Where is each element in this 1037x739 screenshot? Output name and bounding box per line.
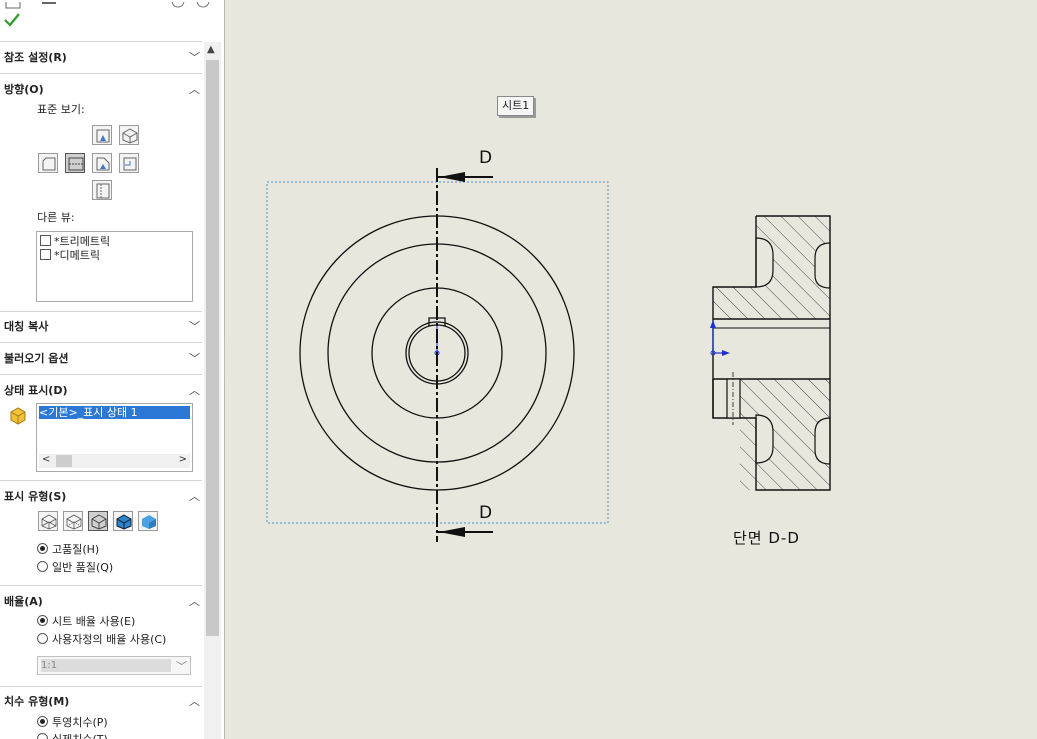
- more-view-checkbox[interactable]: [40, 249, 51, 260]
- section-title: 상태 표시(D): [4, 384, 68, 397]
- hidden-lines-visible-button[interactable]: [63, 511, 83, 531]
- shaded-button[interactable]: [138, 511, 158, 531]
- chevron-up-icon[interactable]: ︿: [189, 81, 200, 97]
- scroll-left-icon[interactable]: <: [42, 454, 50, 465]
- ok-check-icon[interactable]: [4, 12, 20, 28]
- front-view[interactable]: [299, 168, 575, 542]
- panel-header-icons: [5, 0, 210, 9]
- list-hscrollbar[interactable]: < >: [39, 454, 190, 468]
- section-letter-top: D: [479, 148, 493, 168]
- chevron-down-icon[interactable]: ﹀: [189, 350, 200, 366]
- divider: [0, 585, 202, 586]
- true-dim-radio[interactable]: [37, 733, 48, 739]
- true-dim-label: 실제치수(T): [52, 731, 108, 739]
- more-views-label: 다른 뷰:: [37, 211, 75, 224]
- divider: [0, 342, 202, 343]
- sheet-tab[interactable]: 시트1: [497, 96, 535, 116]
- view-front-button[interactable]: [65, 153, 85, 173]
- custom-scale-radio[interactable]: [37, 633, 48, 644]
- more-views-list[interactable]: *트리메트릭 *디메트릭: [36, 231, 193, 302]
- section-title: 방향(O): [4, 83, 44, 96]
- display-state-item[interactable]: <기본>_표시 상태 1: [39, 406, 190, 419]
- section-title: 배율(A): [4, 595, 43, 608]
- sheet-scale-radio[interactable]: [37, 615, 48, 626]
- section-title: 대칭 복사: [4, 320, 49, 333]
- property-manager-panel: 참조 설정(R) ﹀ 방향(O) ︿ 표준 보기: 다른 뷰: *트리메트릭 *…: [0, 0, 225, 739]
- section-letter-bottom: D: [479, 503, 493, 523]
- sheet-scale-label: 시트 배율 사용(E): [52, 615, 136, 628]
- drawing-sheet: [266, 168, 831, 542]
- chevron-down-icon[interactable]: ﹀: [189, 318, 200, 334]
- divider: [0, 311, 202, 312]
- view-isometric-button[interactable]: [119, 125, 139, 145]
- view-back-button[interactable]: [119, 153, 139, 173]
- wireframe-button[interactable]: [38, 511, 58, 531]
- section-mirror[interactable]: 대칭 복사 ﹀: [4, 318, 202, 336]
- section-title: 치수 유형(M): [4, 695, 70, 708]
- scroll-up-icon[interactable]: ▲: [207, 44, 215, 55]
- display-state-icon: [8, 406, 28, 429]
- scroll-thumb[interactable]: [56, 455, 72, 467]
- display-state-list[interactable]: <기본>_표시 상태 1 < >: [36, 403, 193, 472]
- quality-high-label: 고품질(H): [52, 543, 100, 556]
- section-line-arrow-bottom[interactable]: [437, 527, 493, 537]
- quality-normal-radio[interactable]: [37, 561, 48, 572]
- divider: [0, 374, 202, 375]
- section-title: 불러오기 옵션: [4, 352, 69, 365]
- section-reference-config[interactable]: 참조 설정(R) ﹀: [4, 49, 202, 67]
- panel-header: [0, 0, 224, 9]
- chevron-up-icon[interactable]: ︿: [189, 488, 200, 504]
- panel-scrollbar[interactable]: ▲: [204, 42, 221, 739]
- section-view[interactable]: [710, 215, 831, 491]
- hidden-lines-removed-button[interactable]: [88, 511, 108, 531]
- section-display-state[interactable]: 상태 표시(D) ︿: [4, 382, 202, 400]
- chevron-down-icon[interactable]: ﹀: [189, 49, 200, 65]
- section-line-arrow-top[interactable]: [437, 172, 493, 182]
- section-title: 참조 설정(R): [4, 51, 67, 64]
- section-display-style[interactable]: 표시 유형(S) ︿: [4, 488, 202, 506]
- chevron-up-icon[interactable]: ︿: [189, 693, 200, 709]
- view-right-button[interactable]: [92, 153, 112, 173]
- chevron-up-icon[interactable]: ︿: [189, 593, 200, 609]
- divider: [0, 41, 202, 42]
- projected-dim-label: 투영치수(P): [52, 716, 108, 729]
- chevron-down-icon[interactable]: ﹀: [176, 658, 187, 674]
- drawing-canvas[interactable]: 시트1 D D 단면 D-D: [225, 0, 1037, 739]
- section-dimension-type[interactable]: 치수 유형(M) ︿: [4, 693, 202, 711]
- section-view-label[interactable]: 단면 D-D: [733, 527, 800, 548]
- scroll-right-icon[interactable]: >: [179, 454, 187, 465]
- section-orientation[interactable]: 방향(O) ︿: [4, 81, 202, 99]
- scroll-thumb[interactable]: [206, 60, 219, 636]
- view-bottom-button[interactable]: [92, 180, 112, 200]
- section-import-options[interactable]: 불러오기 옵션 ﹀: [4, 350, 202, 368]
- divider: [0, 73, 202, 74]
- section-scale[interactable]: 배율(A) ︿: [4, 593, 202, 611]
- more-view-label: *디메트릭: [54, 249, 100, 262]
- quality-high-radio[interactable]: [37, 543, 48, 554]
- view-left-button[interactable]: [38, 153, 58, 173]
- standard-views-label: 표준 보기:: [37, 103, 85, 116]
- projected-dim-radio[interactable]: [37, 716, 48, 727]
- divider: [0, 686, 202, 687]
- shaded-with-edges-button[interactable]: [113, 511, 133, 531]
- view-top-button[interactable]: [92, 125, 112, 145]
- custom-scale-select[interactable]: 1:1 ﹀: [37, 656, 191, 675]
- chevron-up-icon[interactable]: ︿: [189, 382, 200, 398]
- more-view-checkbox[interactable]: [40, 235, 51, 246]
- custom-scale-value: 1:1: [41, 659, 171, 672]
- custom-scale-label: 사용자정의 배율 사용(C): [52, 633, 167, 646]
- divider: [0, 480, 202, 481]
- quality-normal-label: 일반 품질(Q): [52, 561, 114, 574]
- section-title: 표시 유형(S): [4, 490, 67, 503]
